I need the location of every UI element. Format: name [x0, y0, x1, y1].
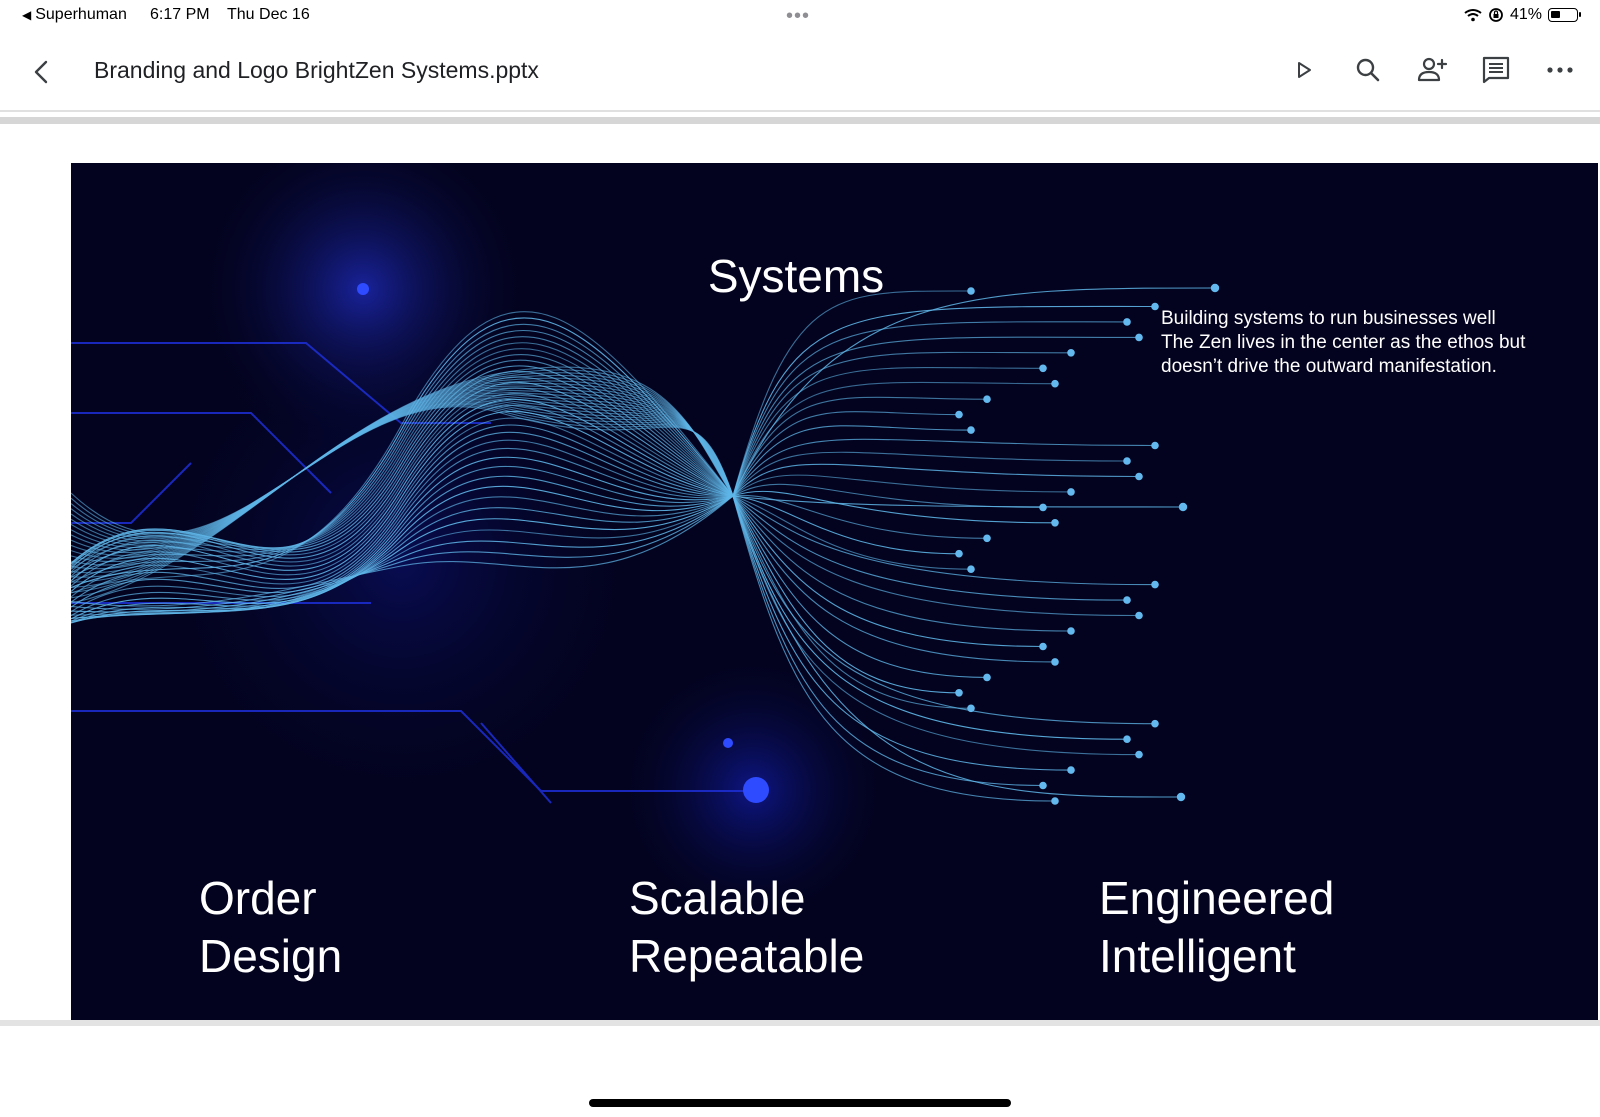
glow-orb	[723, 738, 733, 748]
wave-end-dot	[1151, 720, 1159, 728]
wave-end-dot	[1151, 303, 1159, 311]
wave-end-dot	[1123, 318, 1131, 326]
wave-end-dot	[1039, 365, 1047, 373]
app-bar: Branding and Logo BrightZen Systems.pptx	[0, 38, 1600, 106]
wave-end-dot	[1067, 766, 1075, 774]
wave-end-dot	[1051, 658, 1059, 666]
wave-end-dot	[1179, 503, 1187, 511]
toolbar-actions	[1286, 52, 1578, 88]
pillar-engineered-intelligent: Engineered Intelligent	[1099, 869, 1334, 985]
slide-description: Building systems to run businesses well …	[1161, 307, 1581, 379]
status-bar: ◀ Superhuman 6:17 PM Thu Dec 16 ••• 41%	[0, 0, 1600, 34]
wave-end-dot	[1067, 488, 1075, 496]
wave-end-dot	[1135, 612, 1143, 620]
wave-end-dot	[967, 426, 975, 434]
wave-end-dot	[967, 565, 975, 573]
pillar-line: Order	[199, 869, 342, 927]
back-triangle-icon: ◀	[22, 8, 31, 22]
glow-orb	[743, 777, 769, 803]
home-indicator[interactable]	[589, 1099, 1011, 1107]
chevron-left-icon[interactable]	[26, 54, 58, 90]
more-button[interactable]	[1542, 52, 1578, 88]
wave-end-dot	[955, 550, 963, 558]
share-add-person-icon	[1416, 56, 1448, 84]
pillar-line: Repeatable	[629, 927, 864, 985]
multitasking-dots-icon[interactable]: •••	[786, 6, 810, 26]
pillar-line: Design	[199, 927, 342, 985]
wave-end-dot	[983, 535, 991, 543]
wave-end-dot	[1177, 793, 1185, 801]
slide[interactable]: Systems Building systems to run business…	[71, 163, 1598, 1020]
toolbar-divider	[0, 110, 1600, 112]
more-icon	[1547, 66, 1573, 74]
comments-button[interactable]	[1478, 52, 1514, 88]
present-icon	[1292, 58, 1316, 82]
status-date: Thu Dec 16	[227, 6, 310, 24]
battery-fill	[1551, 11, 1560, 18]
present-button[interactable]	[1286, 52, 1322, 88]
battery-icon	[1548, 8, 1578, 22]
comments-icon	[1481, 55, 1511, 85]
wave-end-dot	[1123, 596, 1131, 604]
wave-end-dot	[1067, 627, 1075, 635]
wave-end-dot	[1151, 442, 1159, 450]
pillar-line: Scalable	[629, 869, 864, 927]
document-title: Branding and Logo BrightZen Systems.pptx	[94, 57, 539, 84]
pillar-order-design: Order Design	[199, 869, 342, 985]
wave-end-dot	[1051, 380, 1059, 388]
status-right: 41%	[1464, 6, 1578, 24]
wave-end-dot	[1039, 643, 1047, 651]
status-time: 6:17 PM	[150, 6, 210, 24]
back-app-label: Superhuman	[35, 6, 127, 24]
search-icon	[1354, 56, 1382, 84]
wave-end-dot	[967, 705, 975, 713]
wave-end-dot	[955, 411, 963, 419]
description-line: The Zen lives in the center as the ethos…	[1161, 331, 1581, 355]
wave-end-dot	[1123, 457, 1131, 465]
wave-end-dot	[1039, 504, 1047, 512]
wave-end-dot	[1123, 735, 1131, 743]
wifi-icon	[1464, 8, 1482, 22]
wave-end-dot	[1039, 782, 1047, 790]
description-line: doesn’t drive the outward manifestation.	[1161, 355, 1581, 379]
pillar-line: Intelligent	[1099, 927, 1334, 985]
wave-end-dot	[1135, 334, 1143, 342]
wave-end-dot	[1067, 349, 1075, 357]
slide-bottom-edge	[0, 1020, 1600, 1026]
orientation-lock-icon	[1488, 7, 1504, 23]
wave-end-dot	[1051, 797, 1059, 805]
search-button[interactable]	[1350, 52, 1386, 88]
pillar-scalable-repeatable: Scalable Repeatable	[629, 869, 864, 985]
wave-end-dot	[1151, 581, 1159, 589]
back-to-app[interactable]: ◀ Superhuman	[22, 6, 127, 24]
wave-end-dot	[983, 395, 991, 403]
share-button[interactable]	[1414, 52, 1450, 88]
wave-end-dot	[1135, 751, 1143, 759]
slide-heading: Systems	[71, 249, 1521, 303]
wave-end-dot	[1051, 519, 1059, 527]
slide-canvas-edge	[0, 117, 1600, 124]
battery-percent: 41%	[1510, 6, 1542, 24]
description-line: Building systems to run businesses well	[1161, 307, 1581, 331]
pillar-line: Engineered	[1099, 869, 1334, 927]
wave-end-dot	[955, 689, 963, 697]
wave-end-dot	[1135, 473, 1143, 481]
wave-end-dot	[983, 674, 991, 682]
